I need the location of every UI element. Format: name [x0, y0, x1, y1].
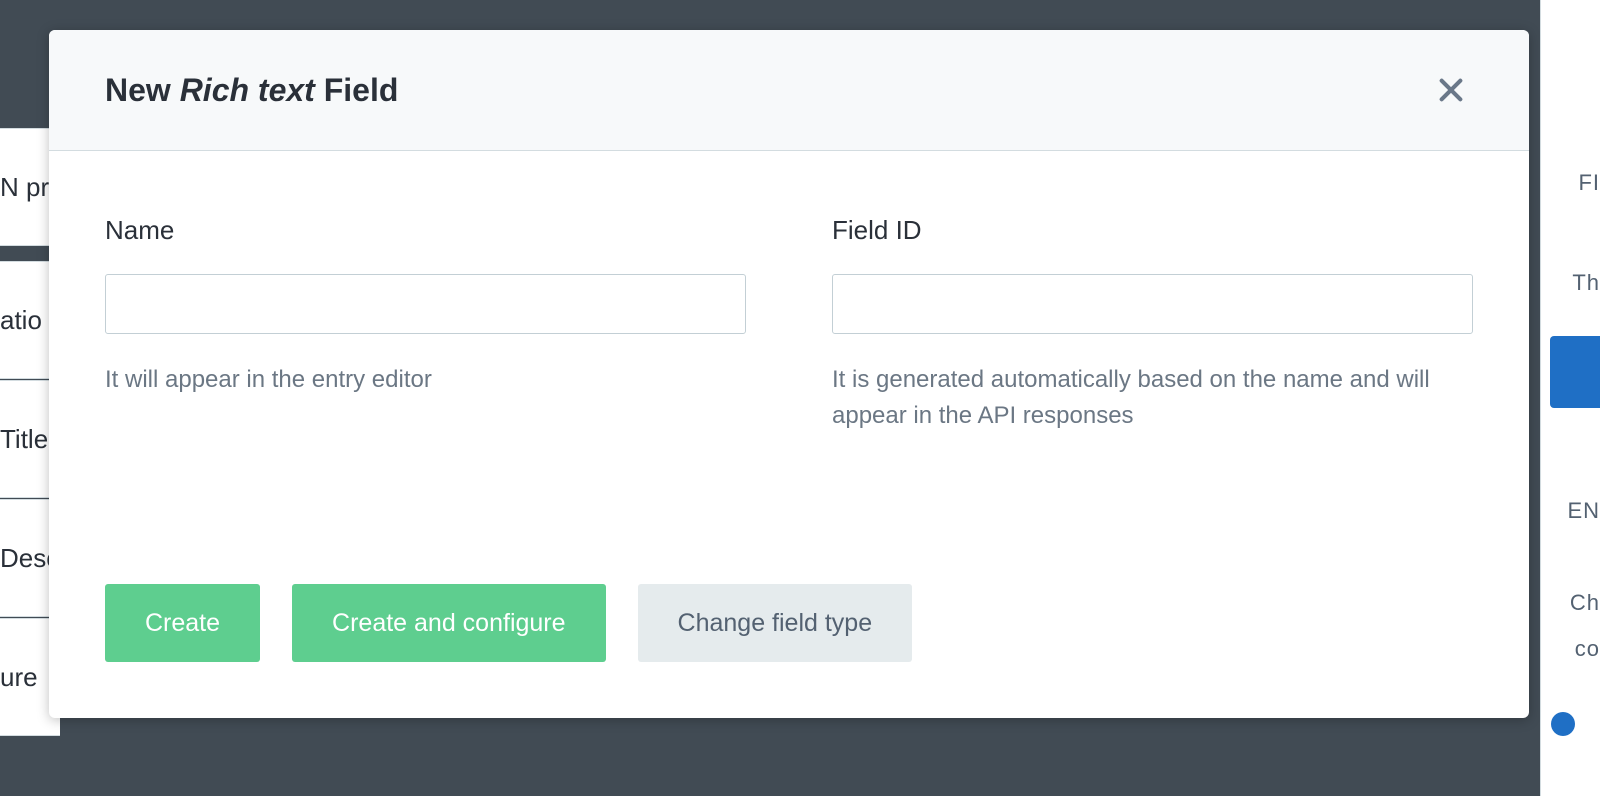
new-field-modal: New Rich text Field Name It will appear … [49, 30, 1529, 718]
close-icon [1437, 76, 1465, 104]
bg-label: EN [1567, 498, 1600, 524]
modal-title-type: Rich text [180, 72, 315, 108]
fieldid-field-group: Field ID It is generated automatically b… [832, 215, 1473, 584]
modal-footer: Create Create and configure Change field… [49, 584, 1529, 718]
bg-blue-chip [1550, 336, 1600, 408]
bg-label: Ch [1570, 590, 1600, 616]
name-label: Name [105, 215, 746, 246]
modal-header: New Rich text Field [49, 30, 1529, 151]
name-help-text: It will appear in the entry editor [105, 362, 746, 398]
bg-label: FI [1578, 170, 1600, 196]
fieldid-help-text: It is generated automatically based on t… [832, 362, 1473, 434]
modal-title-prefix: New [105, 72, 180, 108]
fieldid-label: Field ID [832, 215, 1473, 246]
bg-dot [1551, 712, 1575, 736]
create-button[interactable]: Create [105, 584, 260, 662]
change-field-type-button[interactable]: Change field type [638, 584, 913, 662]
bg-label: Th [1572, 270, 1600, 296]
close-button[interactable] [1429, 68, 1473, 112]
modal-body: Name It will appear in the entry editor … [49, 151, 1529, 584]
name-field-group: Name It will appear in the entry editor [105, 215, 746, 584]
fieldid-input[interactable] [832, 274, 1473, 334]
bg-label: co [1575, 636, 1600, 662]
modal-title: New Rich text Field [105, 72, 398, 109]
modal-title-suffix: Field [315, 72, 399, 108]
name-input[interactable] [105, 274, 746, 334]
create-and-configure-button[interactable]: Create and configure [292, 584, 605, 662]
